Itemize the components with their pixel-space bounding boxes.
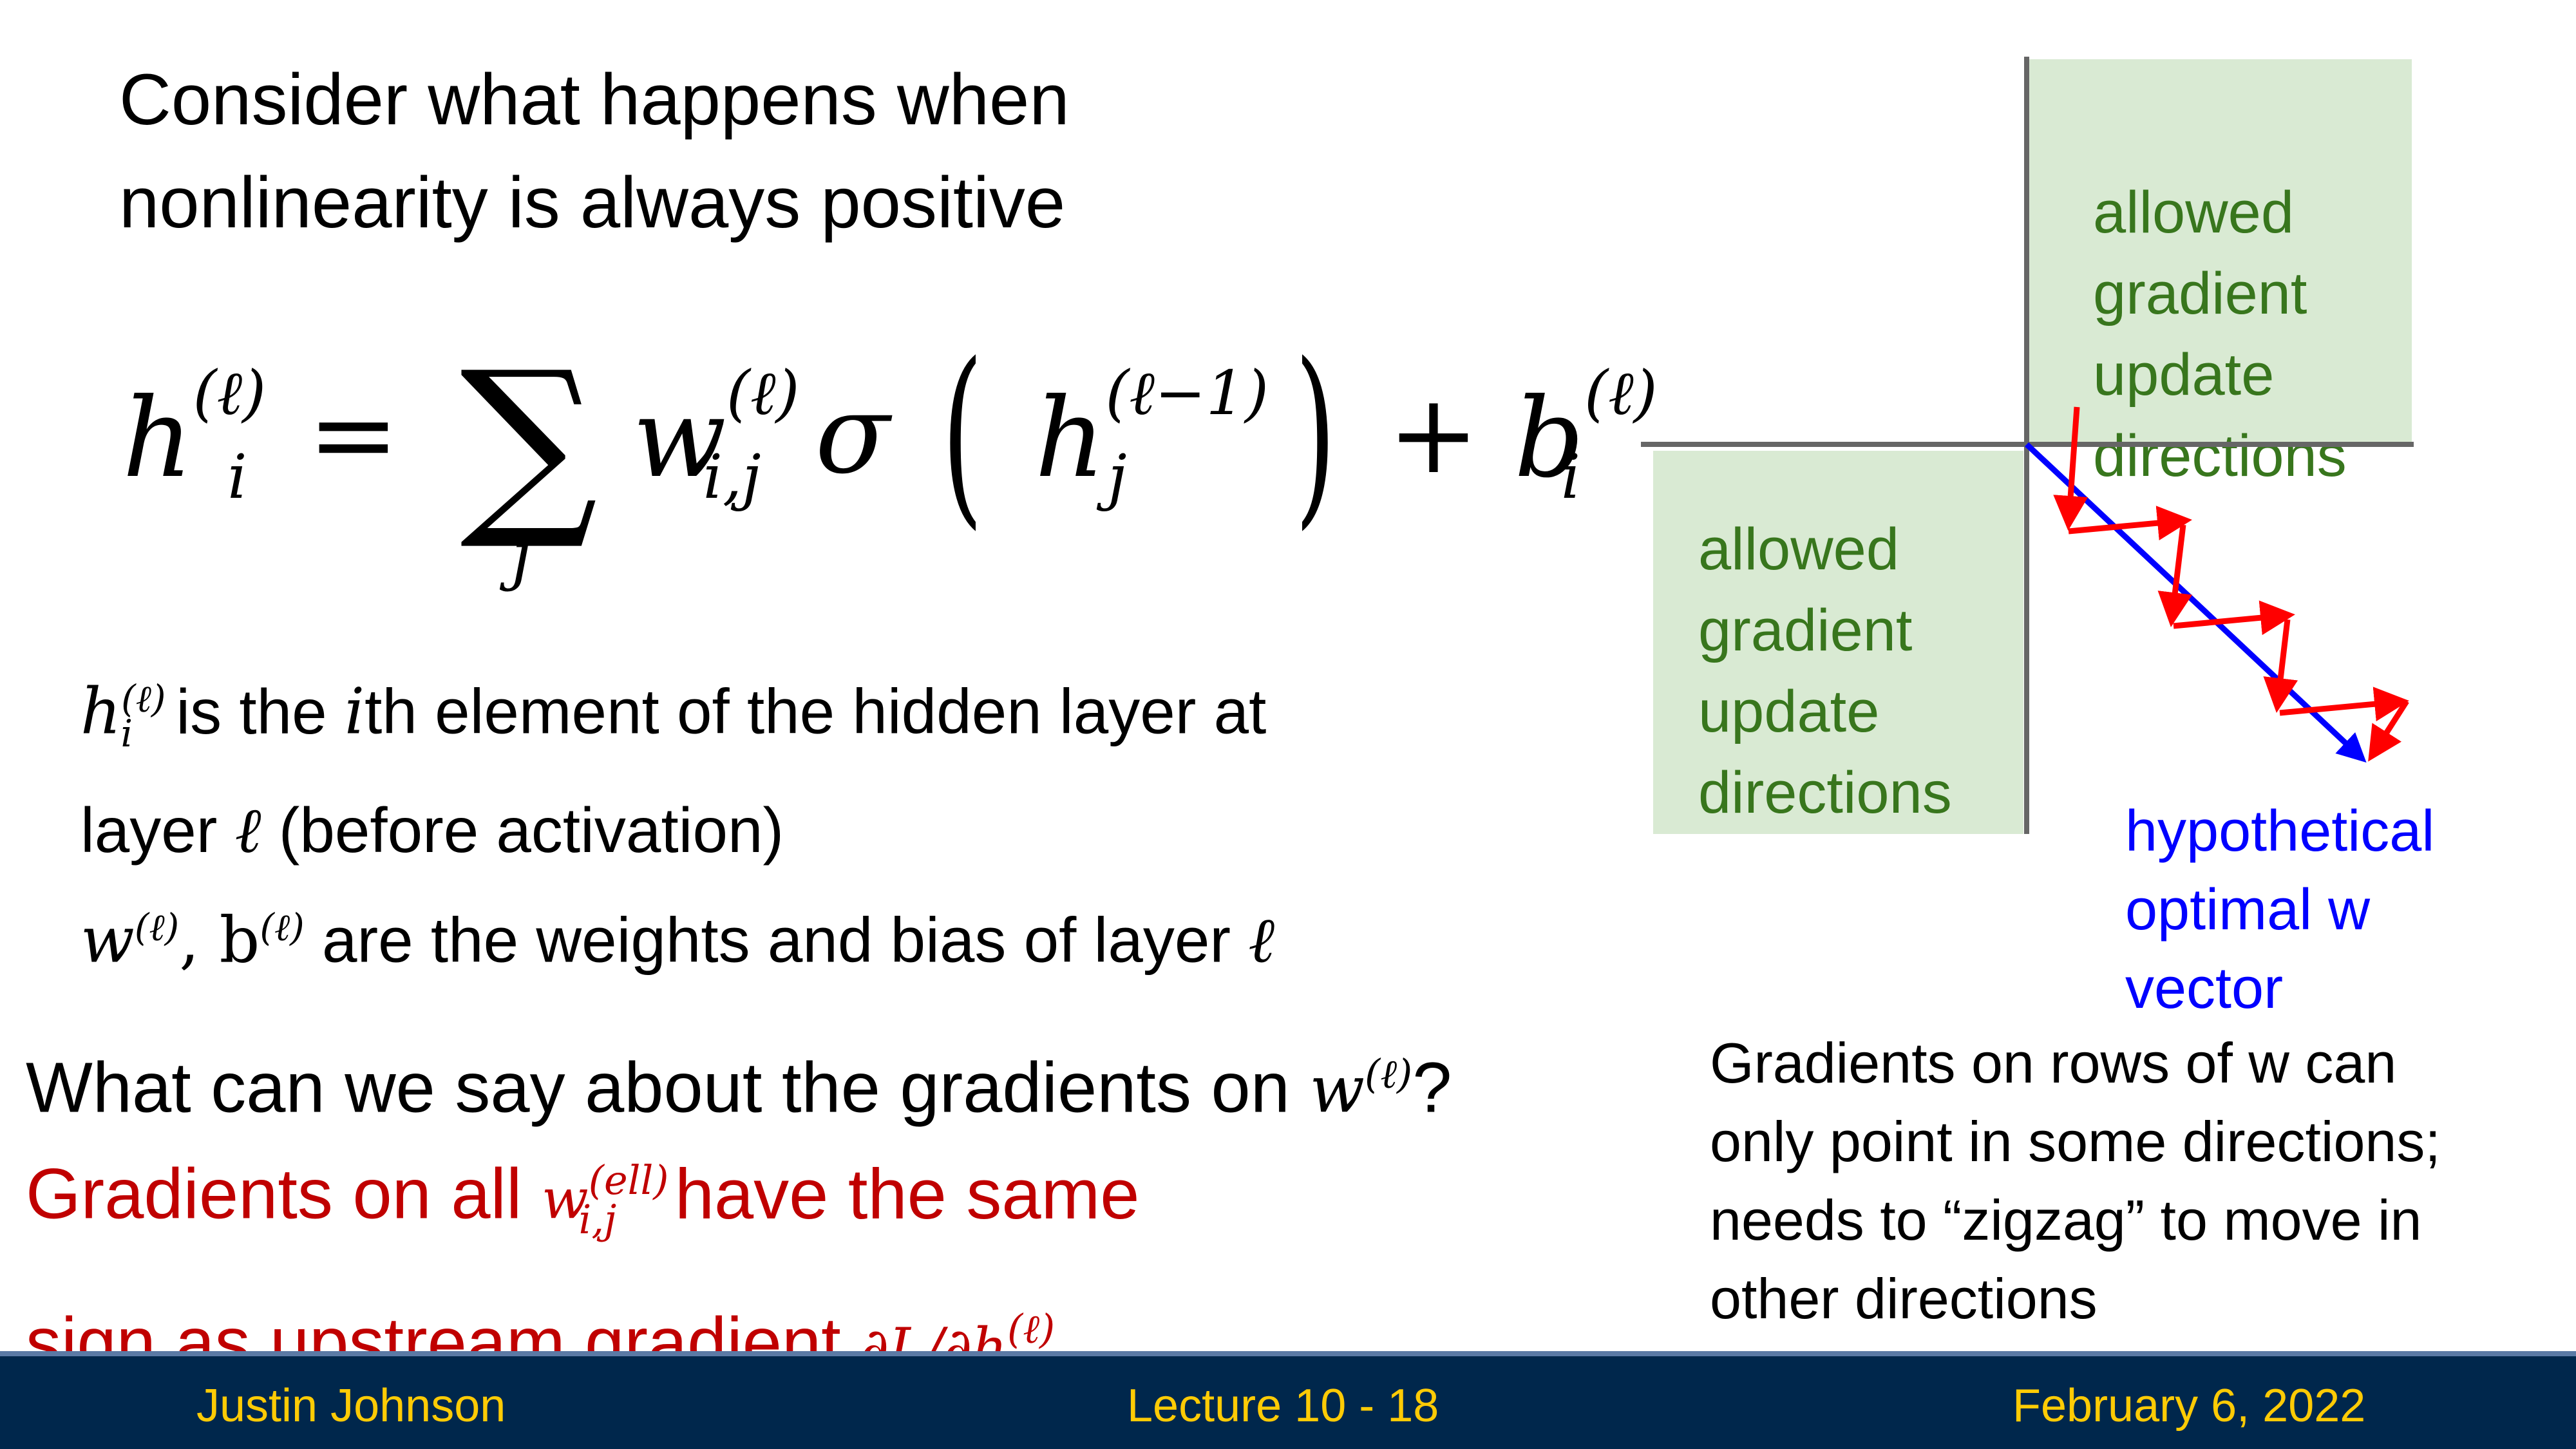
note-line: Gradients on rows of w can xyxy=(1710,1031,2397,1095)
zigzag-note: Gradients on rows of w can only point in… xyxy=(1710,1024,2441,1338)
step-arrow xyxy=(2053,406,2088,531)
label-line: vector xyxy=(2125,956,2284,1021)
step-arrow xyxy=(2279,687,2409,722)
note-line: only point in some directions; xyxy=(1710,1110,2441,1173)
footer-bar: Justin Johnson Lecture 10 - 18 February … xyxy=(0,1351,2576,1449)
footer-date: February 6, 2022 xyxy=(2012,1380,2366,1432)
footer-lecture: Lecture 10 - 18 xyxy=(1127,1380,1439,1432)
optimal-vector-label: hypothetical optimal w vector xyxy=(2125,792,2434,1028)
label-line: optimal w xyxy=(2125,878,2371,942)
note-line: needs to “zigzag” to move in xyxy=(1710,1188,2422,1252)
footer-author: Justin Johnson xyxy=(196,1380,506,1432)
step-arrow xyxy=(2368,699,2409,762)
step-arrow xyxy=(2157,524,2193,627)
zigzag-steps xyxy=(2053,406,2409,762)
note-line: other directions xyxy=(1710,1267,2098,1331)
step-arrow xyxy=(2173,600,2295,636)
label-line: hypothetical xyxy=(2125,799,2435,864)
step-arrow xyxy=(2263,619,2298,713)
step-arrow xyxy=(2068,506,2192,541)
